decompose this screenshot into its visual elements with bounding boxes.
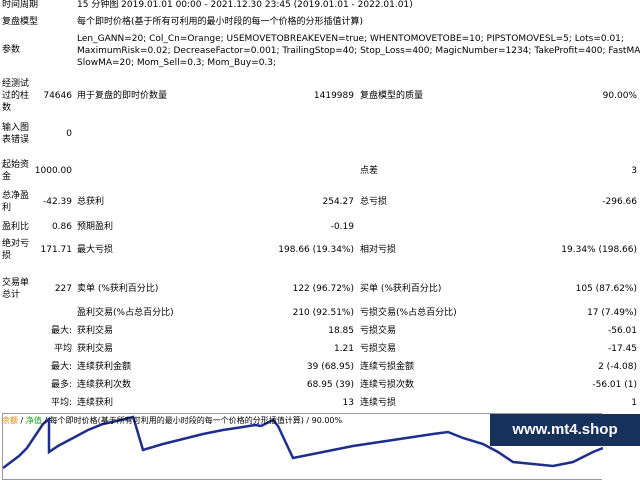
largest-profit-value: 18.85 — [328, 326, 354, 336]
max-consec-wins-value: 39 (68.95) — [306, 362, 354, 372]
params-line-3: SlowMA=20; Mom_Sell=0.3; Mom_Buy=0.3; — [77, 58, 277, 68]
loss-trades-label: 亏损交易(%占总百分比) — [360, 308, 457, 318]
deposit-value: 1000.00 — [34, 166, 72, 176]
largest-prefix: 最大: — [50, 326, 72, 336]
watermark-banner: www.mt4.shop — [490, 414, 640, 446]
average-loss-value: -17.45 — [607, 344, 637, 354]
net-label-1: 总净盈 — [2, 191, 30, 201]
ticks-value: 1419989 — [313, 91, 354, 101]
average-loss-label: 亏损交易 — [360, 344, 397, 354]
errors-label-1: 输入图 — [2, 123, 30, 133]
max-drawdown-value: 198.66 (19.34%) — [278, 245, 354, 255]
long-positions-value: 105 (87.62%) — [575, 284, 637, 294]
params-line-2: MaximumRisk=0.02; DecreaseFactor=0.001; … — [77, 46, 640, 56]
model-label: 复盘模型 — [2, 17, 39, 27]
trades-label-2: 总计 — [2, 290, 21, 300]
maximal-loss-value: -56.01 (1) — [592, 380, 637, 390]
errors-value: 0 — [66, 129, 72, 139]
bars-value: 74646 — [43, 91, 72, 101]
quality-value: 90.00% — [602, 91, 637, 101]
chart-header-text: 每个即时价格(基于所有可利用的最小时段的每一个价格的分形插值计算) / 90.0… — [49, 416, 343, 425]
period-value: 15 分钟图 2019.01.01 00:00 - 2021.12.30 23:… — [77, 0, 413, 10]
ticks-label: 用于复盘的即时价数量 — [77, 91, 168, 101]
params-line-1: Len_GANN=20; Col_Cn=Orange; USEMOVETOBRE… — [77, 34, 624, 44]
bars-label-2: 过的柱 — [2, 91, 30, 101]
errors-label-2: 表错误 — [2, 135, 30, 145]
deposit-label-2: 金 — [2, 172, 12, 182]
deposit-label-1: 起始资 — [2, 160, 30, 170]
largest-profit-label: 获利交易 — [77, 326, 114, 336]
profit-trades-label: 盈利交易(%占总百分比) — [77, 308, 174, 318]
maximal-prefix: 最多: — [50, 380, 72, 390]
long-positions-label: 买单 (%获利百分比) — [360, 284, 442, 294]
chart-header: 余额 / 净值 / 每个即时价格(基于所有可利用的最小时段的每一个价格的分形插值… — [2, 416, 343, 425]
gross-loss-value: -296.66 — [602, 197, 637, 207]
profit-factor-label: 盈利比 — [2, 222, 30, 232]
expected-payoff-label: 预期盈利 — [77, 222, 114, 232]
largest-loss-value: -56.01 — [607, 326, 637, 336]
expected-payoff-value: -0.19 — [330, 222, 354, 232]
avg-consec-wins-label: 连续获利 — [77, 398, 114, 408]
maximal-profit-label: 连续获利次数 — [77, 380, 132, 390]
relative-drawdown-value: 19.34% (198.66) — [561, 245, 637, 255]
maximal-profit-value: 68.95 (39) — [306, 380, 354, 390]
bars-label-1: 经测试 — [2, 79, 30, 89]
spread-value: 3 — [631, 166, 637, 176]
model-value: 每个即时价格(基于所有可利用的最小时段的每一个价格的分形插值计算) — [77, 17, 364, 27]
profit-factor-value: 0.86 — [51, 222, 72, 232]
avg-consec-losses-value: 1 — [631, 398, 637, 408]
avg-consec-losses-label: 连续亏损 — [360, 398, 397, 408]
max-consec-losses-value: 2 (-4.08) — [598, 362, 637, 372]
absolute-drawdown-value: 171.71 — [40, 245, 73, 255]
gross-profit-value: 254.27 — [322, 197, 355, 207]
chart-tag-balance: 余额 — [2, 416, 18, 425]
gross-loss-label: 总亏损 — [360, 197, 388, 207]
average-prefix: 平均 — [53, 344, 72, 354]
avg-consec-prefix: 平均: — [50, 398, 72, 408]
drawdown-label-1: 绝对亏 — [2, 239, 30, 249]
short-positions-value: 122 (96.72%) — [292, 284, 354, 294]
maximal-loss-label: 连续亏损次数 — [360, 380, 415, 390]
net-label-2: 利 — [2, 203, 12, 213]
period-label: 时间周期 — [2, 0, 39, 10]
trades-label-1: 交易单 — [2, 278, 30, 288]
avg-consec-wins-value: 13 — [342, 398, 354, 408]
max-consec-prefix: 最大: — [50, 362, 72, 372]
gross-profit-label: 总获利 — [77, 197, 105, 207]
loss-trades-value: 17 (7.49%) — [587, 308, 637, 318]
max-consec-losses-label: 连续亏损金额 — [360, 362, 415, 372]
profit-trades-value: 210 (92.51%) — [292, 308, 354, 318]
relative-drawdown-label: 相对亏损 — [360, 245, 397, 255]
net-profit-value: -42.39 — [42, 197, 72, 207]
average-profit-label: 获利交易 — [77, 344, 114, 354]
chart-tag-equity: 净值 — [25, 416, 42, 425]
largest-loss-label: 亏损交易 — [360, 326, 397, 336]
spread-label: 点差 — [360, 166, 379, 176]
max-consec-wins-label: 连续获利金额 — [77, 362, 132, 372]
average-profit-value: 1.21 — [333, 344, 354, 354]
short-positions-label: 卖单 (%获利百分比) — [77, 284, 159, 294]
max-drawdown-label: 最大亏损 — [77, 245, 114, 255]
params-label: 参数 — [2, 45, 21, 55]
drawdown-label-2: 损 — [2, 251, 12, 261]
bars-label-3: 数 — [2, 103, 12, 113]
quality-label: 复盘模型的质量 — [360, 91, 424, 101]
total-trades-value: 227 — [54, 284, 72, 294]
